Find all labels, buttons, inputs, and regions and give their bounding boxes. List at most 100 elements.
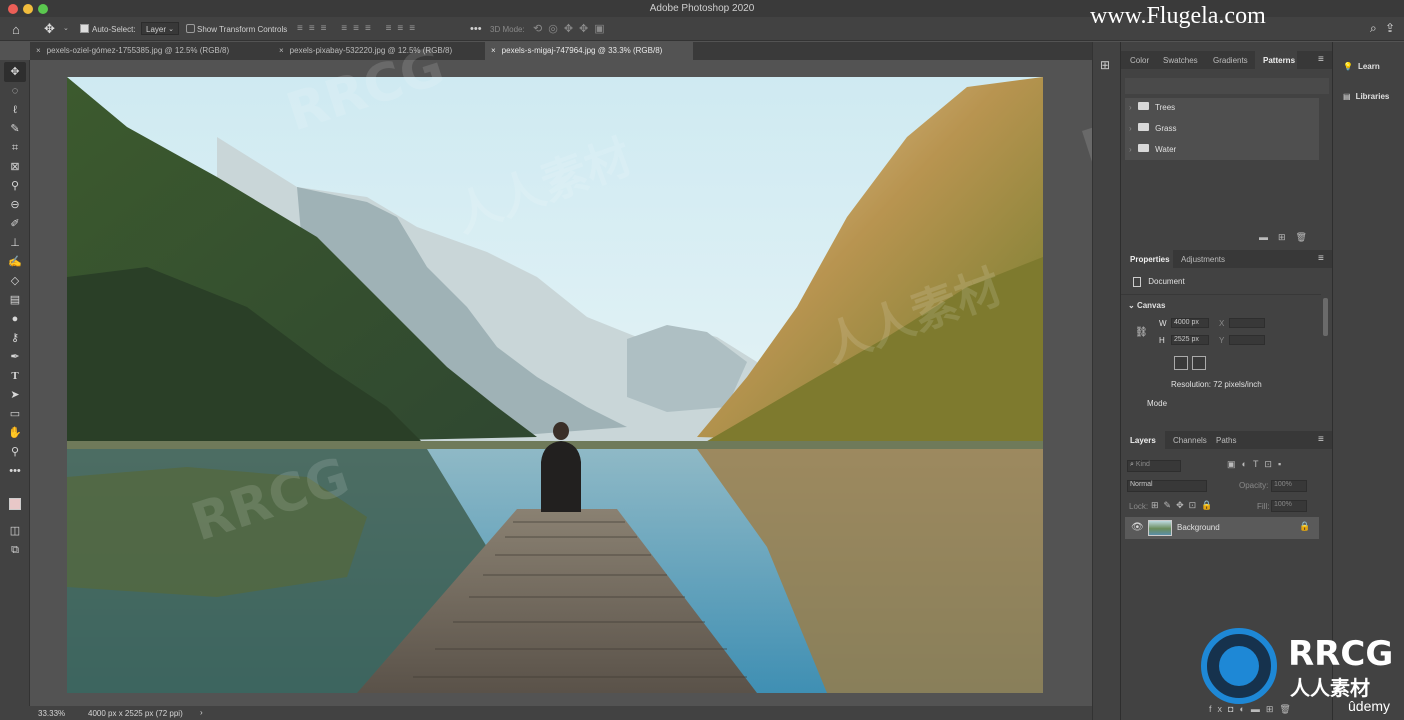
pattern-footer-icons[interactable]: ▬⊞🗑 [1259, 232, 1317, 243]
portrait-orientation-icon[interactable] [1174, 356, 1188, 370]
frame-tool-icon[interactable]: ⊠ [7, 159, 23, 175]
folder-icon [1137, 102, 1149, 110]
hand-tool-icon[interactable]: ✋ [7, 425, 23, 441]
height-field[interactable]: 2525 px [1171, 335, 1209, 345]
close-icon[interactable]: × [279, 46, 284, 55]
patterns-panel-header: Color Swatches Gradients Patterns ≡ [1121, 51, 1333, 69]
document-label: Document [1148, 277, 1185, 287]
foreground-color-swatch[interactable] [9, 498, 21, 510]
layer-row-background[interactable]: 👁 Background 🔒 [1125, 517, 1319, 539]
quick-select-tool-icon[interactable]: ✎ [7, 121, 23, 137]
brush-settings-icon[interactable]: ⊞ [1100, 58, 1110, 72]
pen-tool-icon[interactable]: ✒ [7, 349, 23, 365]
width-field[interactable]: 4000 px [1171, 318, 1209, 328]
healing-brush-tool-icon[interactable]: ⊖ [7, 197, 23, 213]
move-tool-icon[interactable]: ✥ [44, 21, 55, 37]
landscape-orientation-icon[interactable] [1192, 356, 1206, 370]
tab-color[interactable]: Color [1130, 51, 1149, 69]
3d-mode-icons[interactable]: ⟲◎✥✥▣ [533, 22, 611, 35]
tab-channels[interactable]: Channels [1173, 431, 1207, 449]
document-tab-bar: × pexels-oziel-gómez-1755385.jpg @ 12.5% … [30, 42, 1092, 60]
lock-icons[interactable]: ⊞✎✥⊡🔒 [1151, 500, 1217, 511]
auto-select-dropdown[interactable]: Layer ⌄ [141, 22, 179, 35]
learn-button[interactable]: 💡 Learn [1343, 62, 1380, 71]
pattern-group-label: Trees [1154, 103, 1176, 112]
screen-mode-icon[interactable]: ⧉ [7, 542, 23, 558]
learn-label: Learn [1357, 62, 1380, 71]
panel-menu-icon[interactable]: ≡ [1318, 54, 1324, 65]
width-label: W [1159, 319, 1167, 328]
pattern-group-trees[interactable]: › Trees [1129, 102, 1175, 112]
tab-properties[interactable]: Properties [1121, 250, 1173, 268]
layer-filter-icons[interactable]: ▣◐T⊡▪ [1227, 459, 1287, 470]
chevron-right-icon: › [1129, 124, 1132, 133]
eraser-tool-icon[interactable]: ◇ [7, 273, 23, 289]
chevron-down-icon: ⌄ [1128, 301, 1137, 310]
tab-swatches[interactable]: Swatches [1163, 51, 1198, 69]
blend-mode-dropdown[interactable]: Normal [1127, 480, 1207, 492]
pattern-groups-list: › Trees › Grass › Water [1125, 98, 1319, 160]
pattern-group-water[interactable]: › Water [1129, 144, 1176, 154]
brush-tool-icon[interactable]: ✐ [7, 216, 23, 232]
move-tool-icon[interactable]: ✥ [7, 64, 23, 80]
watermark-url: www.Flugela.com [1090, 3, 1266, 29]
layers-footer-icons[interactable]: fx◘◐▬⊞🗑 [1209, 704, 1297, 715]
tab-patterns[interactable]: Patterns [1255, 51, 1297, 69]
gradient-tool-icon[interactable]: ▤ [7, 292, 23, 308]
panel-menu-icon[interactable]: ≡ [1318, 253, 1324, 264]
right-dock: 💡 Learn ▤ Libraries [1332, 42, 1404, 720]
close-icon[interactable]: × [491, 46, 496, 55]
opacity-field[interactable]: 100% [1271, 480, 1307, 492]
y-field[interactable] [1229, 335, 1265, 345]
share-icon[interactable]: ⇪ [1385, 21, 1395, 35]
blur-tool-icon[interactable]: ● [7, 311, 23, 327]
tab-layers[interactable]: Layers [1121, 431, 1165, 449]
search-icon[interactable]: ⌕ [1370, 21, 1377, 36]
more-tools-icon[interactable]: ••• [7, 463, 23, 479]
tab-document-1[interactable]: × pexels-oziel-gómez-1755385.jpg @ 12.5% … [30, 42, 273, 60]
tab-document-3[interactable]: × pexels-s-migaj-747964.jpg @ 33.3% (RGB/… [485, 42, 693, 60]
auto-select-value: Layer [146, 25, 167, 34]
libraries-button[interactable]: ▤ Libraries [1343, 92, 1389, 101]
tab-gradients[interactable]: Gradients [1213, 51, 1248, 69]
clone-stamp-tool-icon[interactable]: ⊥ [7, 235, 23, 251]
history-brush-tool-icon[interactable]: ✍ [7, 254, 23, 270]
tab-adjustments[interactable]: Adjustments [1181, 250, 1225, 268]
tab-paths[interactable]: Paths [1216, 431, 1236, 449]
rectangle-tool-icon[interactable]: ▭ [7, 406, 23, 422]
type-tool-icon[interactable]: T [7, 368, 23, 384]
eyedropper-tool-icon[interactable]: ⚲ [7, 178, 23, 194]
show-transform-checkbox[interactable] [186, 24, 195, 33]
auto-select-checkbox[interactable] [80, 24, 89, 33]
quick-mask-icon[interactable]: ◫ [7, 523, 23, 539]
crop-tool-icon[interactable]: ⌗ [7, 140, 23, 156]
link-icon[interactable]: ⛓ [1135, 327, 1148, 338]
patterns-search-area[interactable] [1125, 78, 1329, 94]
fill-field[interactable]: 100% [1271, 500, 1307, 512]
rrcg-logo-core [1219, 646, 1259, 686]
lasso-tool-icon[interactable]: ℓ [7, 102, 23, 118]
tool-preset-chevron-icon[interactable]: ⌄ [63, 24, 69, 32]
visibility-eye-icon[interactable]: 👁 [1131, 522, 1144, 533]
layer-filter-kind[interactable]: ⌕ Kind [1127, 460, 1181, 472]
x-field[interactable] [1229, 318, 1265, 328]
canvas-section-header[interactable]: ⌄ Canvas [1128, 301, 1165, 310]
zoom-tool-icon[interactable]: ⚲ [7, 444, 23, 460]
lock-icon[interactable]: 🔒 [1299, 521, 1310, 532]
close-icon[interactable]: × [36, 46, 41, 55]
panel-menu-icon[interactable]: ≡ [1318, 434, 1324, 445]
marquee-tool-icon[interactable]: ◌ [7, 83, 23, 99]
path-selection-tool-icon[interactable]: ➤ [7, 387, 23, 403]
document-image[interactable] [67, 77, 1043, 693]
zoom-level[interactable]: 33.33% [38, 709, 65, 718]
dodge-tool-icon[interactable]: ⚷ [7, 330, 23, 346]
tab-document-2[interactable]: × pexels-pixabay-532220.jpg @ 12.5% (RGB/… [273, 42, 485, 60]
home-icon[interactable]: ⌂ [12, 22, 20, 37]
more-options-button[interactable]: ••• [470, 23, 482, 35]
status-menu-arrow[interactable]: › [200, 708, 203, 717]
properties-scrollbar[interactable] [1323, 298, 1328, 336]
align-icons[interactable]: ≡≡≡ ≡≡≡ ≡≡≡ [297, 23, 421, 34]
mode-label: Mode [1147, 399, 1168, 408]
udemy-logo: ûdemy [1348, 698, 1391, 714]
pattern-group-grass[interactable]: › Grass [1129, 123, 1176, 133]
